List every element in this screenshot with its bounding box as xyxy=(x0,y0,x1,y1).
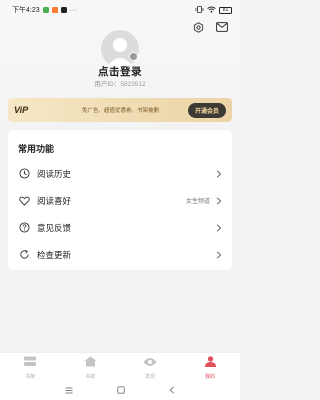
nav-label: 我的 xyxy=(204,373,215,380)
message-icon[interactable] xyxy=(216,21,228,33)
home-icon[interactable] xyxy=(117,381,125,399)
profile-icon xyxy=(204,354,217,372)
bookstore-icon xyxy=(84,354,97,372)
nav-item-discover[interactable]: 发现 xyxy=(120,353,180,380)
chevron-right-icon xyxy=(216,223,224,232)
menu-item-check-update[interactable]: 检查更新 xyxy=(8,241,232,268)
nav-label: 发现 xyxy=(144,373,155,380)
wifi-icon xyxy=(207,6,216,15)
tiktok-icon xyxy=(60,7,67,13)
avatar-edit-badge-icon[interactable] xyxy=(129,52,138,61)
bookshelf-icon xyxy=(23,354,37,372)
vibrate-icon xyxy=(195,5,204,15)
chevron-right-icon xyxy=(216,196,224,205)
status-bar: 下午4:23 ··· 81 xyxy=(0,0,240,20)
avatar[interactable] xyxy=(101,30,139,68)
nav-item-profile[interactable]: 我的 xyxy=(180,353,240,380)
nav-item-bookshelf[interactable]: 书架 xyxy=(0,353,60,380)
nav-label: 书架 xyxy=(24,373,35,380)
battery-icon: 81 xyxy=(219,6,232,14)
system-nav-bar xyxy=(0,380,240,400)
app-notification-icon xyxy=(42,7,49,13)
preference-value: 女生频道 xyxy=(185,199,210,205)
bottom-nav: 书架 书城 发现 我的 xyxy=(0,352,240,380)
menu-item-label: 阅读历史 xyxy=(37,168,72,179)
status-time: 下午4:23 xyxy=(12,7,40,14)
menu-item-reading-history[interactable]: 阅读历史 xyxy=(8,160,232,187)
chevron-right-icon xyxy=(216,169,224,178)
functions-title: 常用功能 xyxy=(18,144,55,154)
menu-item-feedback[interactable]: 意见反馈 xyxy=(8,214,232,241)
discover-icon xyxy=(143,354,157,372)
functions-card: 常用功能 阅读历史 阅读喜好 女生频道 意见反馈 检查更新 xyxy=(8,130,232,270)
menu-item-label: 阅读喜好 xyxy=(37,195,72,206)
vip-banner[interactable]: ViP 免广告、超值优惠券、书架被删 开通会员 xyxy=(8,98,232,122)
question-icon xyxy=(18,222,30,234)
chevron-right-icon xyxy=(216,250,224,259)
menu-item-reading-preference[interactable]: 阅读喜好 女生频道 xyxy=(8,187,232,214)
vip-logo: ViP xyxy=(14,105,29,115)
more-notifications-icon: ··· xyxy=(69,6,77,14)
login-button[interactable]: 点击登录 xyxy=(0,64,240,79)
user-id-text: 用户ID：5823512 xyxy=(94,81,146,88)
clock-icon xyxy=(18,168,30,180)
back-icon[interactable] xyxy=(169,381,175,399)
vip-description: 免广告、超值优惠券、书架被删 xyxy=(82,108,160,114)
menu-item-label: 检查更新 xyxy=(37,249,72,260)
app-notification-icon xyxy=(51,7,58,13)
menu-icon[interactable] xyxy=(65,381,73,399)
menu-item-label: 意见反馈 xyxy=(37,222,72,233)
refresh-icon xyxy=(18,249,30,261)
open-vip-button[interactable]: 开通会员 xyxy=(187,102,226,118)
settings-icon[interactable] xyxy=(192,21,204,33)
heart-icon xyxy=(18,195,30,207)
nav-item-bookstore[interactable]: 书城 xyxy=(60,353,120,380)
nav-label: 书城 xyxy=(84,373,95,380)
